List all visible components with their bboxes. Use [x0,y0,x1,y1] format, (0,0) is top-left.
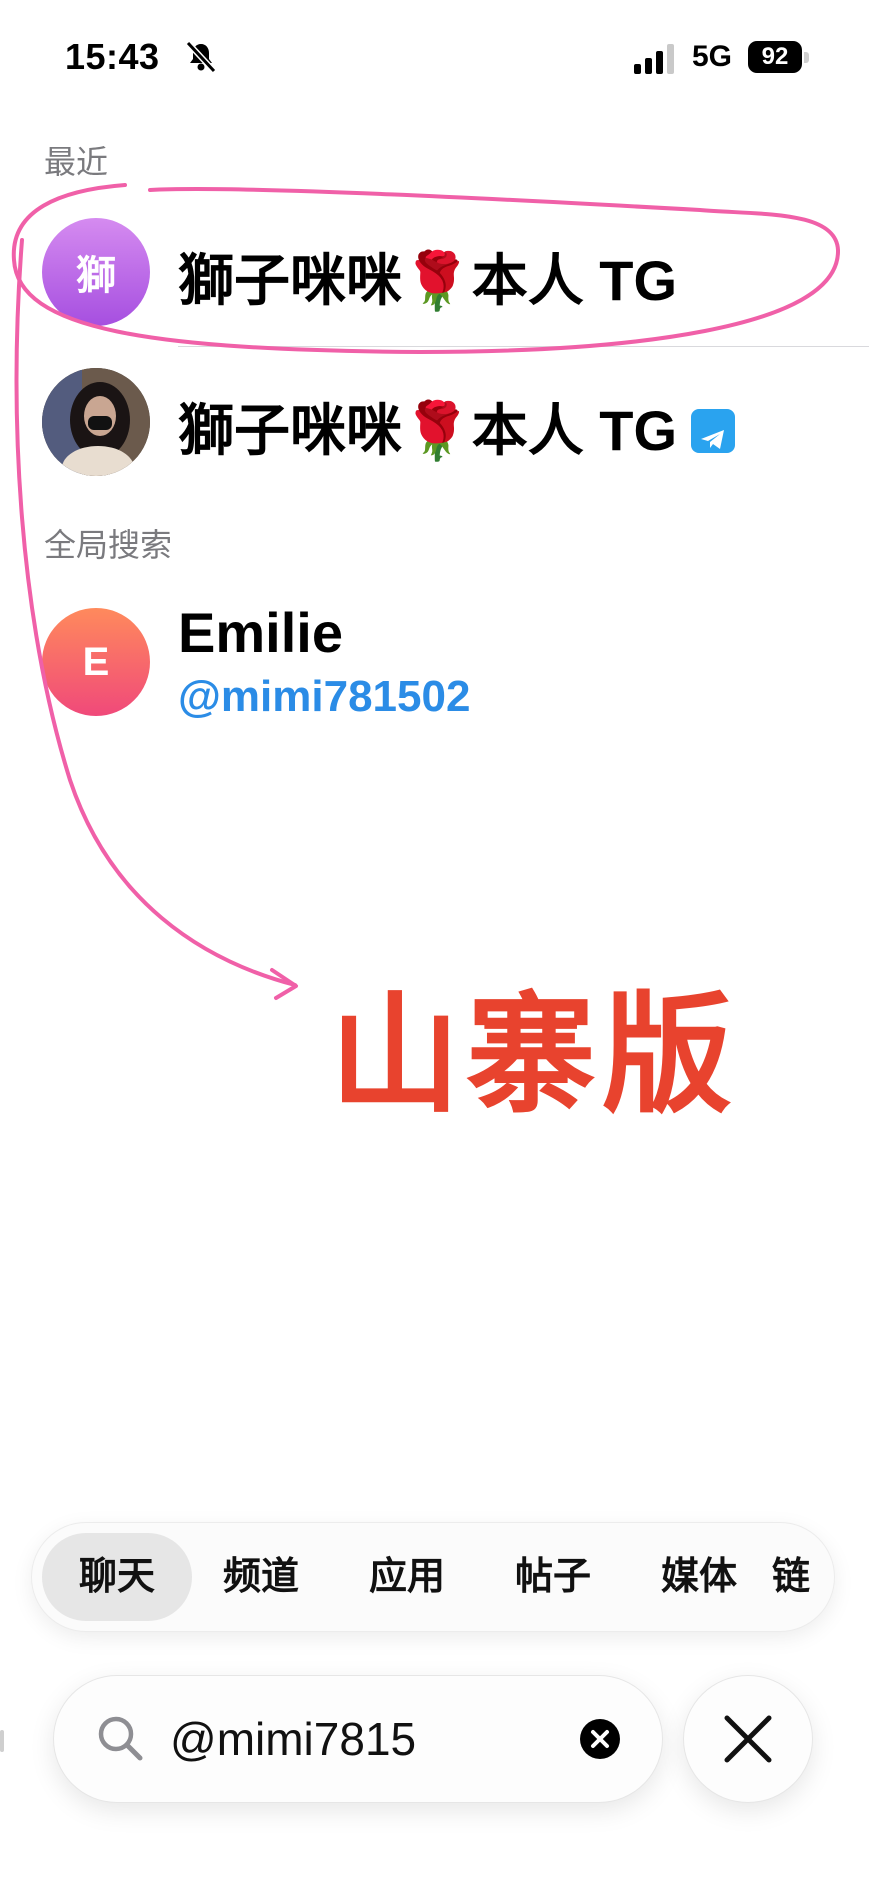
search-filter-tabs: 聊天 频道 应用 帖子 媒体 链 [32,1523,834,1631]
user-name: Emilie [178,601,343,664]
search-icon [98,1716,143,1761]
annotation-text: 山寨版 [330,982,739,1128]
search-bar[interactable] [54,1676,662,1802]
bell-muted-icon [185,40,217,74]
clear-icon [591,1730,609,1748]
status-time: 15:43 [65,36,160,77]
chat-title: 獅子咪咪🌹本人 TG [178,399,678,462]
status-bar: 15:43 5G 92 [0,0,869,110]
search-input[interactable] [170,1706,570,1772]
clear-search-button[interactable] [580,1719,620,1759]
avatar-initial: 獅 [76,254,116,298]
battery-icon: 92 [748,41,810,73]
tab-media[interactable]: 媒体 [624,1533,774,1621]
chat-title: 獅子咪咪🌹本人 TG [178,249,678,312]
list-item[interactable]: 獅子咪咪🌹本人 TG [0,362,869,492]
battery-level: 92 [748,41,802,73]
telegram-icon [691,409,736,454]
list-item[interactable]: E Emilie @mimi781502 [0,600,869,730]
avatar-initial: E [82,639,110,684]
tab-channels[interactable]: 频道 [186,1533,336,1621]
photo-avatar-image [42,368,150,476]
tab-posts[interactable]: 帖子 [478,1533,628,1621]
close-icon [724,1715,772,1763]
user-handle[interactable]: @mimi781502 [178,672,470,722]
signal-icon [634,44,674,74]
tab-links[interactable]: 链 [772,1533,832,1621]
scroll-indicator [0,1730,4,1752]
photo-avatar [42,368,150,476]
tab-apps[interactable]: 应用 [332,1533,482,1621]
avatar: E [42,608,150,716]
tab-chats[interactable]: 聊天 [42,1533,192,1621]
list-item[interactable]: 獅 獅子咪咪🌹本人 TG [0,212,869,342]
avatar: 獅 [42,218,150,326]
section-label-recent: 最近 [44,144,109,180]
network-type: 5G [692,40,733,73]
close-search-button[interactable] [684,1676,812,1802]
section-label-global-search: 全局搜索 [44,527,173,563]
divider [178,346,869,347]
chat-title-row: 獅子咪咪🌹本人 TG [178,386,736,467]
